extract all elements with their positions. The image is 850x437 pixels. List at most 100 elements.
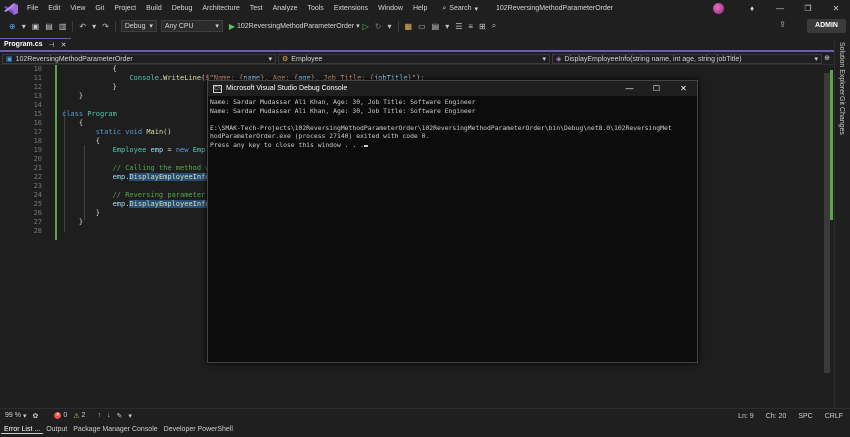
find-icon[interactable]: ⌕ bbox=[489, 21, 499, 31]
whitespace-mode[interactable]: SPC bbox=[795, 413, 815, 420]
git-changes-tab[interactable]: Git Changes bbox=[838, 96, 845, 135]
menu-item-edit[interactable]: Edit bbox=[43, 0, 65, 17]
brush-icon[interactable]: ✎ bbox=[113, 412, 125, 420]
solution-explorer-tab[interactable]: Solution Explorer bbox=[838, 42, 845, 95]
layout-icon[interactable]: ▤ bbox=[429, 22, 443, 31]
chevron-down-icon: ▾ bbox=[149, 23, 153, 30]
tab-output[interactable]: Output bbox=[43, 426, 70, 433]
menu-item-file[interactable]: File bbox=[22, 0, 43, 17]
line-number[interactable]: Ln: 9 bbox=[735, 413, 757, 420]
console-line-text: E:\SMAK-Tech-Projects\102ReversingMethod… bbox=[210, 123, 672, 132]
restore-button[interactable]: ❐ bbox=[794, 4, 822, 13]
split-editor-icon[interactable]: ⊕ bbox=[824, 54, 830, 62]
code-line[interactable]: 10 { bbox=[0, 65, 820, 74]
chevron-down-icon[interactable]: ▾ bbox=[442, 22, 452, 31]
line-number: 24 bbox=[33, 191, 42, 199]
console-maximize-button[interactable]: ☐ bbox=[643, 84, 670, 93]
console-minimize-button[interactable]: — bbox=[616, 84, 643, 93]
editor-status-bar: 99 % ▾ ✿ ✕ 0 ⚠ 2 ↑ ↓ ✎ ▾ Ln: 9 Ch: 20 SP… bbox=[0, 408, 850, 422]
column-number[interactable]: Ch: 20 bbox=[763, 413, 790, 420]
code-cleanup-icon[interactable]: ✿ bbox=[29, 412, 41, 420]
solution-explorer-icon[interactable]: ▦ bbox=[402, 22, 416, 31]
tab-package-manager-console[interactable]: Package Manager Console bbox=[70, 426, 160, 433]
menu-item-tools[interactable]: Tools bbox=[302, 0, 328, 17]
menu-item-architecture[interactable]: Architecture bbox=[197, 0, 244, 17]
format-icon[interactable]: ≡ bbox=[465, 22, 476, 31]
project-nav-select[interactable]: ▣ 102ReversingMethodParameterOrder ▾ bbox=[2, 54, 276, 64]
platform-select[interactable]: Any CPU ▾ bbox=[160, 20, 223, 32]
bookmark-icon[interactable]: ▭ bbox=[415, 22, 429, 31]
member-nav-select[interactable]: ◈ DisplayEmployeeInfo(string name, int a… bbox=[552, 54, 822, 64]
zoom-select[interactable]: 99 % ▾ bbox=[2, 412, 29, 420]
menu-item-debug[interactable]: Debug bbox=[167, 0, 198, 17]
menu-item-project[interactable]: Project bbox=[109, 0, 141, 17]
feedback-icon[interactable]: ♦ bbox=[738, 4, 766, 13]
console-line: hodParameterOrder.exe (process 27140) ex… bbox=[210, 132, 695, 141]
warning-count[interactable]: ⚠ 2 bbox=[70, 412, 88, 420]
tab-program-cs[interactable]: Program.cs ⊣ ✕ bbox=[0, 38, 71, 50]
close-icon[interactable]: ✕ bbox=[61, 41, 67, 49]
warning-count-value: 2 bbox=[81, 412, 86, 419]
line-number: 11 bbox=[33, 74, 42, 82]
tab-developer-powershell[interactable]: Developer PowerShell bbox=[161, 426, 236, 433]
scrollbar-change-marker bbox=[830, 70, 833, 220]
admin-button[interactable]: ADMIN bbox=[807, 19, 846, 33]
tool-window-tabs: Error List ... Output Package Manager Co… bbox=[0, 422, 850, 437]
code-text: } bbox=[62, 209, 100, 218]
chevron-down-icon[interactable]: ▾ bbox=[19, 22, 29, 31]
menu-item-window[interactable]: Window bbox=[373, 0, 408, 17]
menu-item-git[interactable]: Git bbox=[90, 0, 109, 17]
error-count[interactable]: ✕ 0 bbox=[51, 412, 70, 419]
menu-item-extensions[interactable]: Extensions bbox=[329, 0, 373, 17]
menu-item-analyze[interactable]: Analyze bbox=[268, 0, 303, 17]
search-button[interactable]: ⌕ Search ▾ bbox=[438, 5, 482, 13]
start-without-debugging-icon[interactable]: ▷ bbox=[360, 22, 372, 31]
class-nav-select[interactable]: ⚙ Employee ▾ bbox=[278, 54, 550, 64]
console-output: Name: Sardar Mudassar Ali Khan, Age: 30,… bbox=[210, 98, 695, 150]
start-debugging-button[interactable]: ▶ 102ReversingMethodParameterOrder ▾ bbox=[229, 22, 360, 31]
editor-scrollbar[interactable] bbox=[820, 65, 834, 408]
line-number: 22 bbox=[33, 173, 42, 181]
configuration-select[interactable]: Debug ▾ bbox=[120, 20, 157, 32]
menu-item-view[interactable]: View bbox=[65, 0, 90, 17]
live-share-icon[interactable]: ⇪ bbox=[779, 20, 786, 29]
menu-item-help[interactable]: Help bbox=[408, 0, 432, 17]
console-line: Name: Sardar Mudassar Ali Khan, Age: 30,… bbox=[210, 107, 695, 116]
previous-issue-icon[interactable]: ↑ bbox=[94, 412, 104, 419]
chevron-down-icon[interactable]: ▾ bbox=[384, 22, 394, 31]
new-item-icon[interactable]: ⊕ bbox=[6, 22, 19, 31]
chevron-down-icon[interactable]: ▾ bbox=[89, 22, 99, 31]
code-text: Employee emp = new Employee bbox=[62, 146, 227, 155]
code-token: Main bbox=[146, 128, 164, 136]
document-tabs: Program.cs ⊣ ✕ bbox=[0, 38, 834, 52]
tab-error-list[interactable]: Error List ... bbox=[1, 426, 44, 434]
code-text: // Calling the method with bbox=[62, 164, 223, 173]
redo-icon[interactable]: ↷ bbox=[99, 22, 112, 31]
console-title-bar[interactable]: C:\ Microsoft Visual Studio Debug Consol… bbox=[208, 81, 697, 96]
visual-studio-logo-icon[interactable] bbox=[4, 2, 18, 15]
chevron-down-icon: ▾ bbox=[814, 56, 818, 63]
line-ending-mode[interactable]: CRLF bbox=[822, 413, 846, 420]
undo-icon[interactable]: ↶ bbox=[76, 22, 89, 31]
pin-icon[interactable]: ⊣ bbox=[49, 41, 55, 49]
save-icon[interactable]: ▤ bbox=[42, 22, 56, 31]
menu-item-build[interactable]: Build bbox=[141, 0, 167, 17]
save-all-icon[interactable]: ▥ bbox=[56, 22, 70, 31]
outline-icon[interactable]: ⊞ bbox=[476, 22, 489, 31]
line-number: 19 bbox=[33, 146, 42, 154]
title-bar-right: ♦ — ❐ ✕ bbox=[713, 0, 850, 17]
profile-avatar[interactable] bbox=[713, 3, 724, 14]
menu-item-test[interactable]: Test bbox=[245, 0, 268, 17]
close-button[interactable]: ✕ bbox=[822, 4, 850, 13]
open-icon[interactable]: ▣ bbox=[29, 22, 43, 31]
class-icon: ⚙ bbox=[282, 56, 289, 63]
console-close-button[interactable]: ✕ bbox=[670, 84, 697, 93]
chevron-down-icon[interactable]: ▾ bbox=[125, 412, 135, 420]
minimize-button[interactable]: — bbox=[766, 4, 794, 13]
comment-icon[interactable]: ☰ bbox=[452, 22, 465, 31]
next-issue-icon[interactable]: ↓ bbox=[104, 412, 114, 419]
debug-console-window[interactable]: C:\ Microsoft Visual Studio Debug Consol… bbox=[207, 80, 698, 363]
hot-reload-icon[interactable]: ↻ bbox=[372, 22, 385, 31]
code-token: = bbox=[163, 146, 176, 154]
